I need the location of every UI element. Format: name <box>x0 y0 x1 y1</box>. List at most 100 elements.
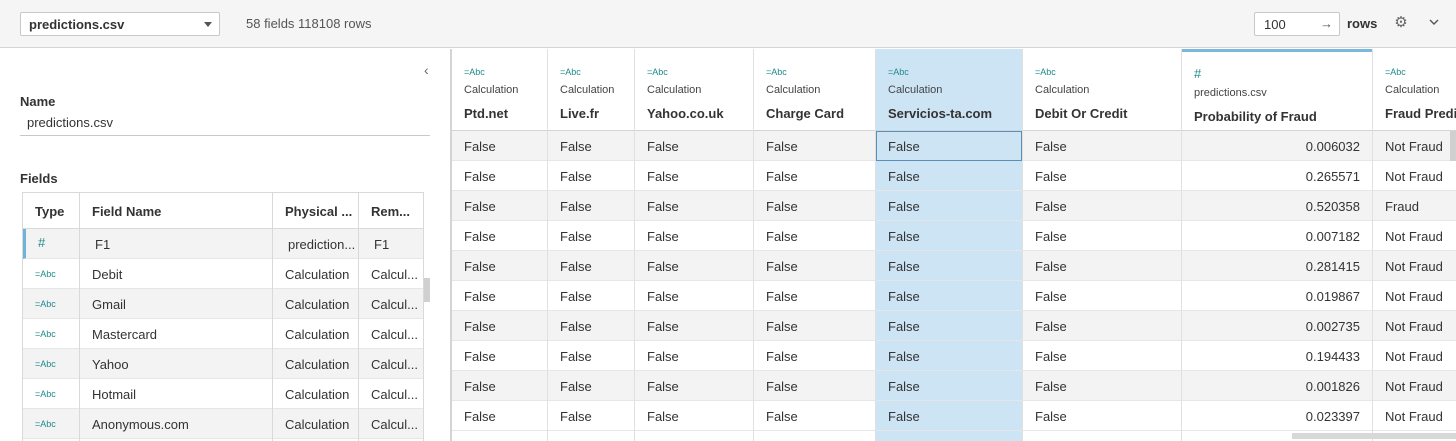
string-type-icon[interactable]: =Abc <box>464 67 485 77</box>
grid-cell[interactable]: False <box>452 401 547 431</box>
column-header[interactable]: =Abc Calculation Yahoo.co.uk <box>635 49 753 131</box>
string-type-icon[interactable]: =Abc <box>888 67 909 77</box>
number-type-icon[interactable]: # <box>1194 66 1201 81</box>
grid-cell[interactable]: False <box>635 341 753 371</box>
column-header[interactable]: =Abc Calculation Fraud Predic <box>1373 49 1456 131</box>
grid-cell[interactable]: False <box>876 161 1022 191</box>
grid-cell[interactable]: False <box>635 221 753 251</box>
grid-cell[interactable]: Not Fraud <box>1373 401 1456 431</box>
grid-cell[interactable]: False <box>452 371 547 401</box>
grid-cell[interactable]: 0.520358 <box>1182 191 1372 221</box>
column-name[interactable]: Yahoo.co.uk <box>647 106 724 121</box>
fields-scrollbar[interactable] <box>424 278 430 302</box>
grid-cell[interactable]: Not Fraud <box>1373 161 1456 191</box>
grid-cell[interactable]: False <box>452 191 547 221</box>
grid-column[interactable]: # predictions.csv Probability of Fraud 0.00… <box>1182 49 1373 441</box>
grid-cell[interactable]: Not Fraud <box>1373 251 1456 281</box>
column-header-type[interactable]: Type <box>35 204 85 219</box>
grid-cell[interactable]: False <box>548 311 634 341</box>
grid-cell[interactable]: False <box>635 131 753 161</box>
grid-cell[interactable]: False <box>452 131 547 161</box>
column-header[interactable]: =Abc Calculation Charge Card <box>754 49 875 131</box>
table-row[interactable]: =Abc Anonymous.com Calculation Calcul... <box>23 409 423 439</box>
grid-cell[interactable]: False <box>548 281 634 311</box>
grid-cell[interactable]: False <box>876 341 1022 371</box>
grid-cell[interactable]: 0.023397 <box>1182 401 1372 431</box>
string-type-icon[interactable]: =Abc <box>647 67 668 77</box>
column-divider[interactable] <box>358 193 359 441</box>
grid-cell[interactable]: False <box>754 341 875 371</box>
horizontal-scrollbar[interactable] <box>1292 433 1456 439</box>
grid-cell[interactable]: False <box>754 221 875 251</box>
grid-cell[interactable]: False <box>452 221 547 251</box>
grid-cell[interactable]: 0.265571 <box>1182 161 1372 191</box>
grid-cell[interactable]: 0.019867 <box>1182 281 1372 311</box>
vertical-scrollbar[interactable] <box>1450 131 1456 161</box>
grid-cell[interactable]: False <box>754 371 875 401</box>
grid-cell[interactable]: False <box>754 191 875 221</box>
grid-cell[interactable]: False <box>1023 191 1181 221</box>
grid-cell[interactable]: False <box>1023 251 1181 281</box>
column-name[interactable]: Charge Card <box>766 106 844 121</box>
column-name[interactable]: Servicios-ta.com <box>888 106 992 121</box>
grid-cell[interactable]: False <box>1023 341 1181 371</box>
grid-cell[interactable]: False <box>1023 221 1181 251</box>
grid-cell[interactable]: 0.006032 <box>1182 131 1372 161</box>
grid-cell[interactable]: 0.007182 <box>1182 221 1372 251</box>
grid-cell[interactable]: False <box>548 131 634 161</box>
grid-cell[interactable]: 0.002735 <box>1182 311 1372 341</box>
table-row[interactable]: =Abc Yahoo Calculation Calcul... <box>23 349 423 379</box>
grid-cell[interactable]: False <box>1023 401 1181 431</box>
table-row[interactable]: =Abc Hotmail Calculation Calcul... <box>23 379 423 409</box>
grid-cell[interactable]: False <box>452 341 547 371</box>
grid-cell[interactable]: Not Fraud <box>1373 281 1456 311</box>
column-header-physical[interactable]: Physical ... <box>285 204 363 219</box>
table-row[interactable]: =Abc Mastercard Calculation Calcul... <box>23 319 423 349</box>
grid-cell[interactable]: False <box>635 161 753 191</box>
gear-icon[interactable]: ⚙ <box>1393 15 1409 31</box>
grid-cell[interactable]: False <box>876 221 1022 251</box>
column-header-remote[interactable]: Rem... <box>371 204 421 219</box>
grid-cell[interactable]: False <box>548 251 634 281</box>
column-name[interactable]: Ptd.net <box>464 106 508 121</box>
grid-cell[interactable]: False <box>754 311 875 341</box>
string-type-icon[interactable]: =Abc <box>560 67 581 77</box>
grid-cell[interactable]: 0.001826 <box>1182 371 1372 401</box>
grid-cell[interactable]: False <box>876 191 1022 221</box>
table-row[interactable]: =Abc Debit Calculation Calcul... <box>23 259 423 289</box>
grid-cell[interactable]: 0.194433 <box>1182 341 1372 371</box>
grid-cell[interactable]: False <box>876 371 1022 401</box>
string-type-icon[interactable]: =Abc <box>766 67 787 77</box>
grid-cell[interactable]: False <box>635 191 753 221</box>
column-divider[interactable] <box>272 193 273 441</box>
grid-cell[interactable]: Not Fraud <box>1373 131 1456 161</box>
column-header[interactable]: =Abc Calculation Servicios-ta.com <box>876 49 1022 131</box>
table-row[interactable]: =Abc Gmail Calculation Calcul... <box>23 289 423 319</box>
grid-column[interactable]: =Abc Calculation Yahoo.co.uk False False Fals… <box>635 49 754 441</box>
grid-cell[interactable]: False <box>635 251 753 281</box>
grid-cell[interactable]: False <box>1023 281 1181 311</box>
grid-cell[interactable]: False <box>452 251 547 281</box>
grid-cell[interactable]: False <box>754 401 875 431</box>
grid-cell[interactable]: False <box>635 401 753 431</box>
grid-cell[interactable]: False <box>876 281 1022 311</box>
grid-cell[interactable]: 0.281415 <box>1182 251 1372 281</box>
grid-cell[interactable]: False <box>548 161 634 191</box>
grid-column[interactable]: =Abc Calculation Fraud Predic Not Fraud Not … <box>1373 49 1456 441</box>
column-name[interactable]: Debit Or Credit <box>1035 106 1127 121</box>
grid-cell[interactable]: False <box>452 311 547 341</box>
column-header-field-name[interactable]: Field Name <box>92 204 272 219</box>
grid-cell[interactable]: False <box>548 401 634 431</box>
grid-cell[interactable]: Not Fraud <box>1373 311 1456 341</box>
grid-cell[interactable]: False <box>452 281 547 311</box>
string-type-icon[interactable]: =Abc <box>1385 67 1406 77</box>
grid-cell[interactable]: False <box>452 161 547 191</box>
grid-cell[interactable]: False <box>876 401 1022 431</box>
grid-cell[interactable]: False <box>1023 131 1181 161</box>
collapse-panel-icon[interactable]: ‹ <box>424 62 429 78</box>
grid-cell[interactable]: Not Fraud <box>1373 341 1456 371</box>
grid-cell[interactable]: False <box>876 251 1022 281</box>
column-header[interactable]: =Abc Calculation Debit Or Credit <box>1023 49 1181 131</box>
grid-cell[interactable]: False <box>548 371 634 401</box>
grid-cell[interactable]: False <box>754 131 875 161</box>
